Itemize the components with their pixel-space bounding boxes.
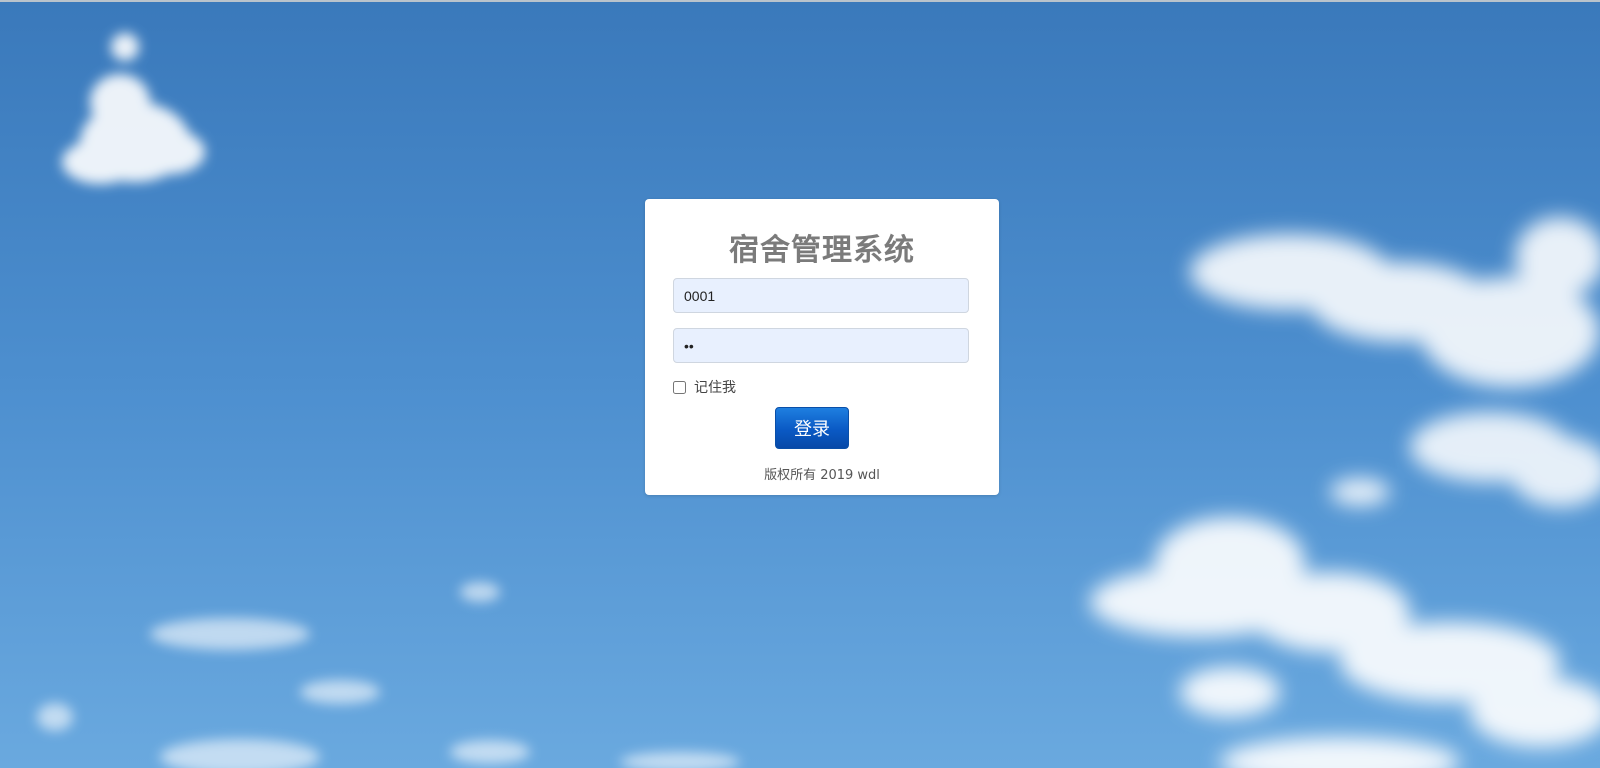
login-card: 宿舍管理系统 记住我 登录 版权所有 2019 wdl (645, 199, 999, 495)
login-title: 宿舍管理系统 (729, 233, 915, 268)
username-input[interactable] (673, 278, 969, 313)
copyright-text: 版权所有 2019 wdl (764, 468, 880, 483)
remember-me-checkbox[interactable] (673, 380, 686, 394)
remember-me-label: 记住我 (694, 380, 736, 396)
remember-me[interactable]: 记住我 (673, 377, 736, 397)
login-button[interactable]: 登录 (775, 407, 849, 449)
password-input[interactable] (673, 328, 969, 363)
